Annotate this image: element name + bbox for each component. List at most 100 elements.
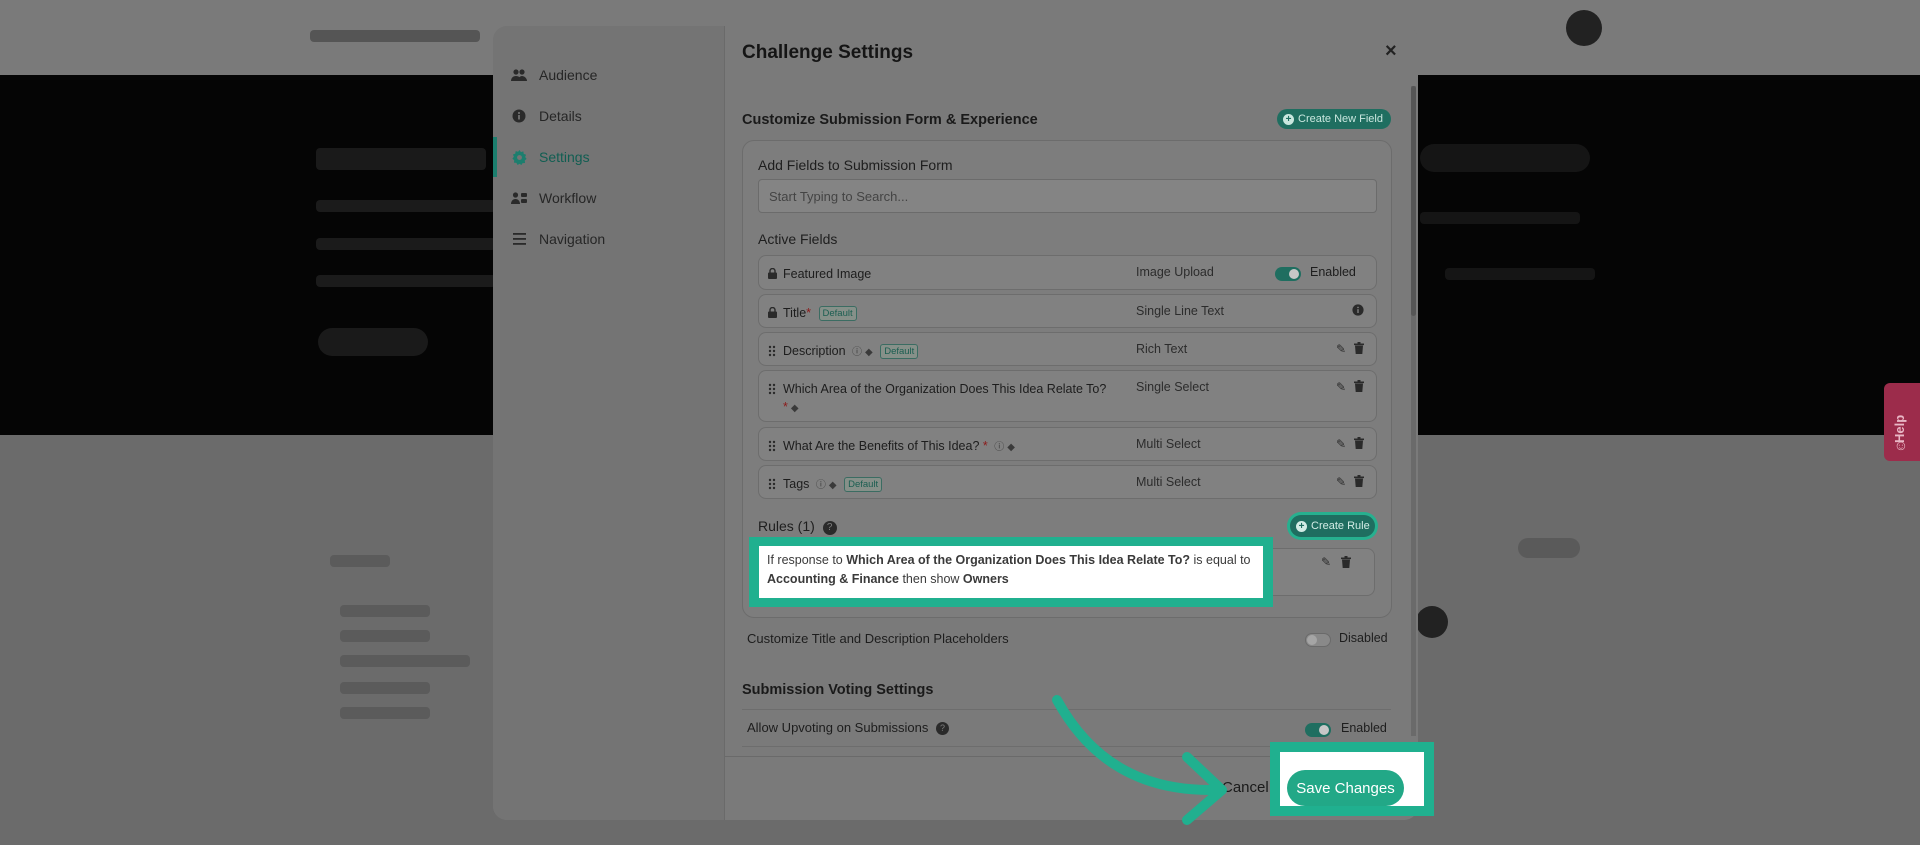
field-actions: ✎ (1336, 475, 1364, 490)
field-row-title[interactable]: Title* Default Single Line Text (758, 294, 1377, 328)
create-new-field-label: Create New Field (1298, 113, 1383, 125)
users-icon (511, 67, 527, 83)
field-type: Rich Text (1136, 342, 1188, 356)
field-row-featured-image[interactable]: Featured Image Image Upload Enabled (758, 255, 1377, 290)
field-type: Image Upload (1136, 265, 1214, 279)
rule-prefix: If response to (767, 553, 843, 567)
field-name-wrap: Description ⓘ ◆ Default (783, 342, 1113, 362)
upvote-toggle[interactable] (1305, 723, 1331, 737)
info-icon[interactable]: ⓘ (994, 439, 1004, 457)
upvote-label: Allow Upvoting on Submissions (747, 720, 929, 735)
rule-middle: is equal to (1193, 553, 1251, 567)
sidebar-item-label: Workflow (539, 190, 597, 206)
field-type: Multi Select (1136, 437, 1201, 451)
bg-pill (1420, 144, 1590, 172)
field-name: Tags (783, 477, 810, 491)
bg-hero-title-placeholder (316, 148, 486, 170)
voting-section-title: Submission Voting Settings (742, 682, 934, 698)
sidebar-item-settings[interactable]: Settings (493, 137, 725, 177)
bg-line (1420, 212, 1580, 224)
placeholders-label: Customize Title and Description Placehol… (747, 631, 1009, 646)
required-asterisk: * (806, 306, 812, 320)
field-name-wrap: Title* Default (783, 304, 1113, 322)
workflow-icon (511, 190, 527, 206)
field-name-wrap: Which Area of the Organization Does This… (783, 380, 1108, 418)
bg-line (340, 682, 430, 694)
info-icon[interactable]: ⓘ (816, 477, 826, 495)
sidebar-item-workflow[interactable]: Workflow (493, 178, 725, 218)
plus-circle-icon: + (1283, 113, 1294, 125)
edit-icon[interactable]: ✎ (1336, 380, 1346, 395)
edit-icon[interactable]: ✎ (1336, 475, 1346, 490)
bg-pill (318, 328, 428, 356)
modal-sidebar: Audience Details Settings Workflow Navig… (493, 26, 725, 820)
field-name: What Are the Benefits of This Idea? (783, 439, 980, 453)
field-type: Multi Select (1136, 475, 1201, 489)
bg-line (340, 605, 430, 617)
trash-icon[interactable] (1354, 380, 1364, 395)
bg-user-avatar (1566, 10, 1602, 46)
trash-icon[interactable] (1341, 555, 1351, 573)
field-row-description[interactable]: Description ⓘ ◆ Default Rich Text ✎ (758, 332, 1377, 366)
sidebar-item-audience[interactable]: Audience (493, 55, 725, 95)
tag-icon: ◆ (865, 347, 873, 358)
bg-pill (1518, 538, 1580, 558)
search-placeholder-text: Start Typing to Search... (769, 188, 909, 204)
sidebar-item-navigation[interactable]: Navigation (493, 219, 725, 259)
field-search-input[interactable]: Start Typing to Search... (758, 179, 1377, 213)
lock-icon (768, 267, 777, 282)
add-fields-label: Add Fields to Submission Form (758, 157, 953, 173)
trash-icon[interactable] (1354, 475, 1364, 490)
field-row-benefits[interactable]: What Are the Benefits of This Idea? * ⓘ ◆… (758, 427, 1377, 461)
featured-image-status: Enabled (1310, 265, 1356, 279)
edit-icon[interactable]: ✎ (1321, 555, 1331, 569)
edit-icon[interactable]: ✎ (1336, 437, 1346, 452)
rule-description: If response to Which Area of the Organiz… (759, 546, 1263, 598)
drag-handle-icon[interactable] (768, 345, 776, 360)
drag-handle-icon[interactable] (768, 440, 776, 455)
rules-label: Rules (1) (758, 518, 815, 534)
sidebar-item-details[interactable]: Details (493, 96, 725, 136)
rules-label-wrap: Rules (1) ? (758, 518, 837, 535)
trash-icon[interactable] (1354, 342, 1364, 357)
field-row-organization-area[interactable]: Which Area of the Organization Does This… (758, 370, 1377, 422)
field-row-tags[interactable]: Tags ⓘ ◆ Default Multi Select ✎ (758, 465, 1377, 499)
divider (742, 709, 1391, 710)
drag-handle-icon[interactable] (768, 478, 776, 493)
field-type: Single Line Text (1136, 304, 1225, 318)
drag-handle-icon[interactable] (768, 383, 776, 398)
save-changes-button[interactable]: Save Changes (1287, 770, 1404, 806)
field-name: Which Area of the Organization Does This… (783, 382, 1107, 396)
bg-line (330, 555, 390, 567)
placeholders-toggle[interactable] (1305, 633, 1331, 647)
required-asterisk: * (982, 439, 988, 453)
active-fields-label: Active Fields (758, 231, 838, 247)
bg-logo-placeholder (310, 30, 480, 42)
field-actions: ✎ (1336, 342, 1364, 357)
featured-image-toggle[interactable] (1275, 267, 1301, 281)
rule-target: Owners (962, 572, 1009, 586)
bg-line (316, 238, 496, 250)
modal-scrollbar-thumb[interactable] (1411, 86, 1416, 316)
create-new-field-button[interactable]: + Create New Field (1277, 109, 1391, 129)
help-icon[interactable]: ? (936, 722, 949, 735)
field-type: Single Select (1136, 380, 1209, 394)
rule-row: ✎ (1273, 548, 1375, 596)
placeholders-status: Disabled (1339, 631, 1388, 645)
field-actions (1352, 304, 1364, 319)
default-badge: Default (818, 306, 857, 321)
edit-icon[interactable]: ✎ (1336, 342, 1346, 357)
tag-icon: ◆ (828, 480, 837, 491)
help-icon[interactable]: ? (822, 521, 837, 535)
cancel-button[interactable]: Cancel (1222, 779, 1269, 796)
help-tab[interactable]: Help ☺ (1884, 383, 1920, 461)
bg-line (316, 200, 496, 212)
info-icon (511, 108, 527, 124)
close-icon[interactable]: × (1385, 40, 1397, 63)
create-rule-button[interactable]: + Create Rule (1290, 515, 1375, 537)
sidebar-item-label: Settings (539, 149, 590, 165)
info-icon[interactable]: ⓘ (852, 344, 862, 362)
trash-icon[interactable] (1354, 437, 1364, 452)
required-asterisk: * (783, 400, 788, 414)
info-icon[interactable] (1352, 304, 1364, 319)
